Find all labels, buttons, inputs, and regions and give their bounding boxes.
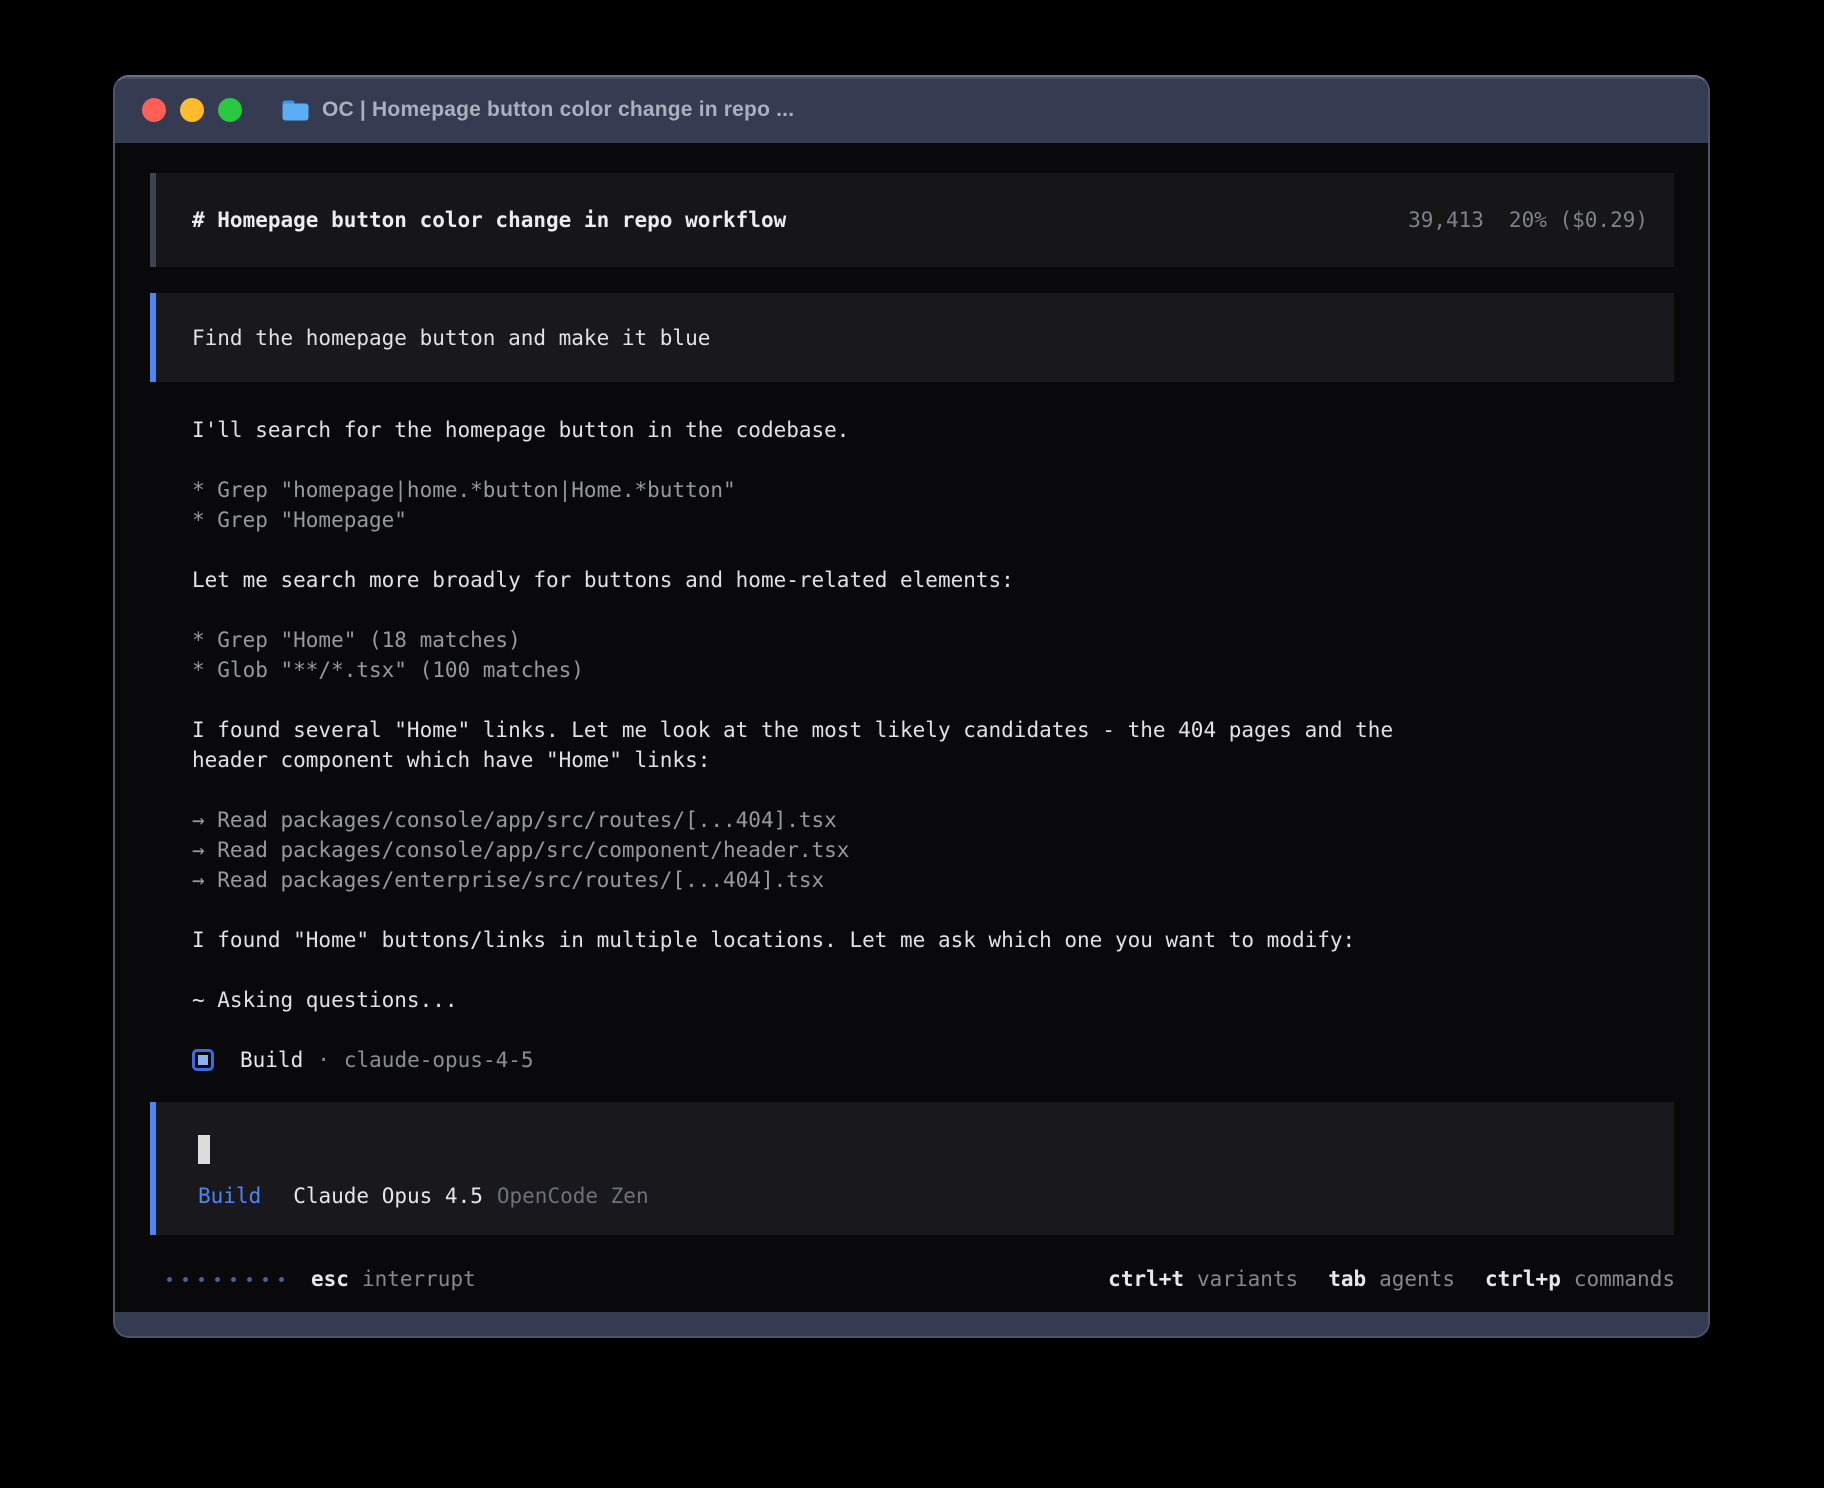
- tool-call-group: → Read packages/console/app/src/routes/[…: [192, 805, 1668, 895]
- input-model-label[interactable]: Claude Opus 4.5: [293, 1181, 483, 1211]
- context-usage: 20% ($0.29): [1509, 205, 1648, 235]
- tool-call-line: * Glob "**/*.tsx" (100 matches): [192, 655, 1668, 685]
- esc-key-hint: esc: [311, 1264, 349, 1294]
- folder-icon: [282, 99, 309, 122]
- tool-call-line: * Grep "Homepage": [192, 505, 1668, 535]
- spinner-dot: [199, 1277, 204, 1282]
- zoom-button[interactable]: [218, 98, 242, 122]
- agent-separator: ·: [317, 1045, 330, 1075]
- hint-variants: ctrl+t variants: [1108, 1264, 1298, 1294]
- tool-call-line: * Grep "homepage|home.*button|Home.*butt…: [192, 475, 1668, 505]
- esc-key-action: interrupt: [362, 1264, 476, 1294]
- hint-agents: tab agents: [1328, 1264, 1455, 1294]
- user-message: Find the homepage button and make it blu…: [150, 293, 1674, 382]
- status-right: ctrl+t variants tab agents ctrl+p comman…: [1078, 1264, 1675, 1294]
- assistant-text-line: I found "Home" buttons/links in multiple…: [192, 925, 1668, 955]
- assistant-text-line: I'll search for the homepage button in t…: [192, 415, 1668, 445]
- tab-key: tab: [1328, 1264, 1366, 1294]
- agent-build-icon: [192, 1049, 214, 1071]
- agent-model: claude-opus-4-5: [344, 1045, 534, 1075]
- status-left: esc interrupt: [167, 1264, 476, 1294]
- assistant-paragraph: Let me search more broadly for buttons a…: [192, 565, 1668, 595]
- spinner-dot: [231, 1277, 236, 1282]
- ctrl-t-key: ctrl+t: [1108, 1264, 1184, 1294]
- spinner-dot: [279, 1277, 284, 1282]
- ctrl-p-key: ctrl+p: [1485, 1264, 1561, 1294]
- text-cursor: [198, 1135, 210, 1164]
- window-titlebar: OC | Homepage button color change in rep…: [115, 77, 1708, 143]
- prompt-input[interactable]: Build Claude Opus 4.5 OpenCode Zen: [150, 1102, 1674, 1235]
- session-title: # Homepage button color change in repo w…: [192, 205, 786, 235]
- input-provider-label: OpenCode Zen: [497, 1181, 649, 1211]
- spinner-dot: [167, 1277, 172, 1282]
- assistant-text-line: Let me search more broadly for buttons a…: [192, 565, 1668, 595]
- spinner-dot: [183, 1277, 188, 1282]
- assistant-text-line: ~ Asking questions...: [192, 985, 1668, 1015]
- minimize-button[interactable]: [180, 98, 204, 122]
- spinner-dot: [215, 1277, 220, 1282]
- tool-call-line: → Read packages/console/app/src/routes/[…: [192, 805, 1668, 835]
- tool-call-group: * Grep "Home" (18 matches)* Glob "**/*.t…: [192, 625, 1668, 685]
- assistant-text-line: I found several "Home" links. Let me loo…: [192, 715, 1668, 745]
- assistant-text-line: header component which have "Home" links…: [192, 745, 1668, 775]
- session-stats: 39,413 20% ($0.29): [1408, 205, 1648, 235]
- agent-status-line: Build · claude-opus-4-5: [192, 1045, 534, 1075]
- assistant-paragraph: ~ Asking questions...: [192, 985, 1668, 1015]
- status-bar: esc interrupt ctrl+t variants tab agents…: [167, 1264, 1675, 1294]
- input-modeline: Build Claude Opus 4.5 OpenCode Zen: [198, 1181, 649, 1211]
- tool-call-line: → Read packages/console/app/src/componen…: [192, 835, 1668, 865]
- assistant-paragraph: I found "Home" buttons/links in multiple…: [192, 925, 1668, 955]
- tool-call-group: * Grep "homepage|home.*button|Home.*butt…: [192, 475, 1668, 535]
- tab-action: agents: [1379, 1264, 1455, 1294]
- input-agent-label[interactable]: Build: [198, 1181, 261, 1211]
- ctrl-p-action: commands: [1574, 1264, 1675, 1294]
- terminal-window: OC | Homepage button color change in rep…: [113, 75, 1710, 1338]
- assistant-paragraph: I found several "Home" links. Let me loo…: [192, 715, 1668, 775]
- spinner-dot: [247, 1277, 252, 1282]
- terminal-content: # Homepage button color change in repo w…: [115, 143, 1708, 1312]
- hint-commands: ctrl+p commands: [1485, 1264, 1675, 1294]
- desktop: OC | Homepage button color change in rep…: [0, 0, 1824, 1488]
- spinner-dots: [167, 1277, 284, 1282]
- spinner-dot: [263, 1277, 268, 1282]
- window-title: OC | Homepage button color change in rep…: [322, 98, 794, 122]
- close-button[interactable]: [142, 98, 166, 122]
- window-bottom-edge: [115, 1312, 1708, 1336]
- token-count: 39,413: [1408, 205, 1484, 235]
- session-header: # Homepage button color change in repo w…: [150, 173, 1674, 267]
- agent-name: Build: [240, 1045, 303, 1075]
- conversation: I'll search for the homepage button in t…: [192, 415, 1668, 1045]
- traffic-lights: [142, 98, 242, 122]
- tool-call-line: * Grep "Home" (18 matches): [192, 625, 1668, 655]
- tool-call-line: → Read packages/enterprise/src/routes/[.…: [192, 865, 1668, 895]
- ctrl-t-action: variants: [1197, 1264, 1298, 1294]
- assistant-paragraph: I'll search for the homepage button in t…: [192, 415, 1668, 445]
- user-message-text: Find the homepage button and make it blu…: [192, 323, 710, 353]
